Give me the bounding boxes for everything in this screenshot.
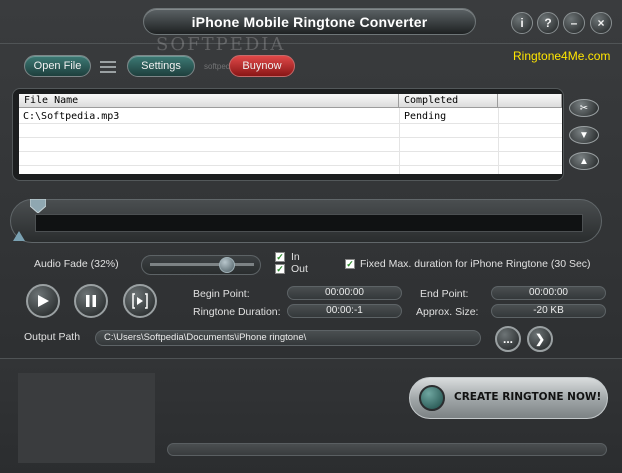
grid-line (19, 151, 562, 152)
fade-in-checkbox[interactable]: ✓ (275, 252, 285, 262)
play-button[interactable] (26, 284, 60, 318)
info-button[interactable]: i (511, 12, 533, 34)
begin-point-label: Begin Point: (193, 288, 250, 300)
end-point-label: End Point: (420, 288, 469, 300)
fixed-duration-label: Fixed Max. duration for iPhone Ringtone … (360, 258, 591, 270)
fade-in-label: In (291, 251, 300, 263)
brand-link[interactable]: Ringtone4Me.com (513, 49, 610, 63)
close-button[interactable]: × (590, 12, 612, 34)
play-icon (38, 295, 49, 307)
buynow-label: Buynow (242, 60, 282, 72)
approx-size-field[interactable]: -20 KB (491, 304, 606, 318)
scissors-icon: ✂ (579, 102, 589, 114)
grid-line (19, 123, 562, 124)
column-header-completed[interactable]: Completed (399, 94, 498, 108)
approx-size-label: Approx. Size: (416, 306, 479, 318)
watermark-logo: SOFTPEDIA (156, 34, 286, 55)
audio-fade-label: Audio Fade (32%) (34, 258, 119, 270)
grid-line (19, 165, 562, 166)
chevron-right-icon: ❯ (534, 332, 546, 346)
minimize-button[interactable]: – (563, 12, 585, 34)
step-icon (132, 293, 148, 309)
fixed-duration-checkbox[interactable]: ✓ (345, 259, 355, 269)
minimize-icon: – (570, 16, 578, 30)
open-file-button[interactable]: Open File (24, 55, 91, 77)
column-header-file-name[interactable]: File Name (19, 94, 399, 108)
title-bar[interactable]: iPhone Mobile Ringtone Converter (143, 8, 476, 35)
pause-button[interactable] (74, 284, 108, 318)
arrow-down-icon: ▼ (579, 129, 589, 141)
output-path-field[interactable]: C:\Users\Softpedia\Documents\iPhone ring… (95, 330, 481, 346)
help-icon: ? (544, 16, 552, 30)
column-header-empty (498, 94, 562, 108)
step-button[interactable] (123, 284, 157, 318)
menu-icon[interactable] (100, 61, 116, 73)
fade-out-label: Out (291, 263, 308, 275)
end-point-field[interactable]: 00:00:00 (491, 286, 606, 300)
move-down-button[interactable]: ▼ (569, 126, 599, 144)
seek-track[interactable] (35, 214, 583, 232)
audio-fade-track (150, 263, 254, 266)
settings-button[interactable]: Settings (127, 55, 195, 77)
settings-label: Settings (141, 60, 181, 72)
ringtone-duration-label: Ringtone Duration: (193, 306, 281, 318)
header-divider (0, 43, 622, 44)
preview-panel (18, 373, 155, 463)
ellipsis-icon: ... (502, 332, 513, 346)
window-title: iPhone Mobile Ringtone Converter (191, 13, 428, 30)
close-icon: × (597, 16, 605, 30)
begin-point-field[interactable]: 00:00:00 (287, 286, 402, 300)
open-file-label: Open File (33, 60, 82, 72)
grid-line (19, 137, 562, 138)
pause-icon (86, 295, 96, 307)
create-ringtone-indicator (419, 385, 445, 411)
file-table[interactable]: File Name Completed C:\Softpedia.mp3 Pen… (19, 94, 562, 174)
remove-button[interactable]: ✂ (569, 99, 599, 117)
table-cell-file-name[interactable]: C:\Softpedia.mp3 (23, 110, 119, 123)
table-cell-completed[interactable]: Pending (404, 110, 446, 123)
ringtone-duration-field[interactable]: 00:00:-1 (287, 304, 402, 318)
browse-button[interactable]: ... (495, 326, 521, 352)
progress-bar (167, 443, 607, 456)
arrow-up-icon: ▲ (579, 155, 589, 167)
info-icon: i (520, 16, 524, 30)
seek-start-marker[interactable] (30, 199, 46, 213)
move-up-button[interactable]: ▲ (569, 152, 599, 170)
buynow-button[interactable]: Buynow (229, 55, 295, 77)
app-window: iPhone Mobile Ringtone Converter SOFTPED… (0, 0, 622, 473)
open-output-button[interactable]: ❯ (527, 326, 553, 352)
audio-fade-thumb[interactable] (219, 257, 235, 273)
output-path-label: Output Path (24, 331, 81, 343)
create-ringtone-label: CREATE RINGTONE NOW! (454, 391, 602, 403)
seek-left-marker[interactable] (13, 231, 25, 241)
fade-out-checkbox[interactable]: ✓ (275, 264, 285, 274)
help-button[interactable]: ? (537, 12, 559, 34)
